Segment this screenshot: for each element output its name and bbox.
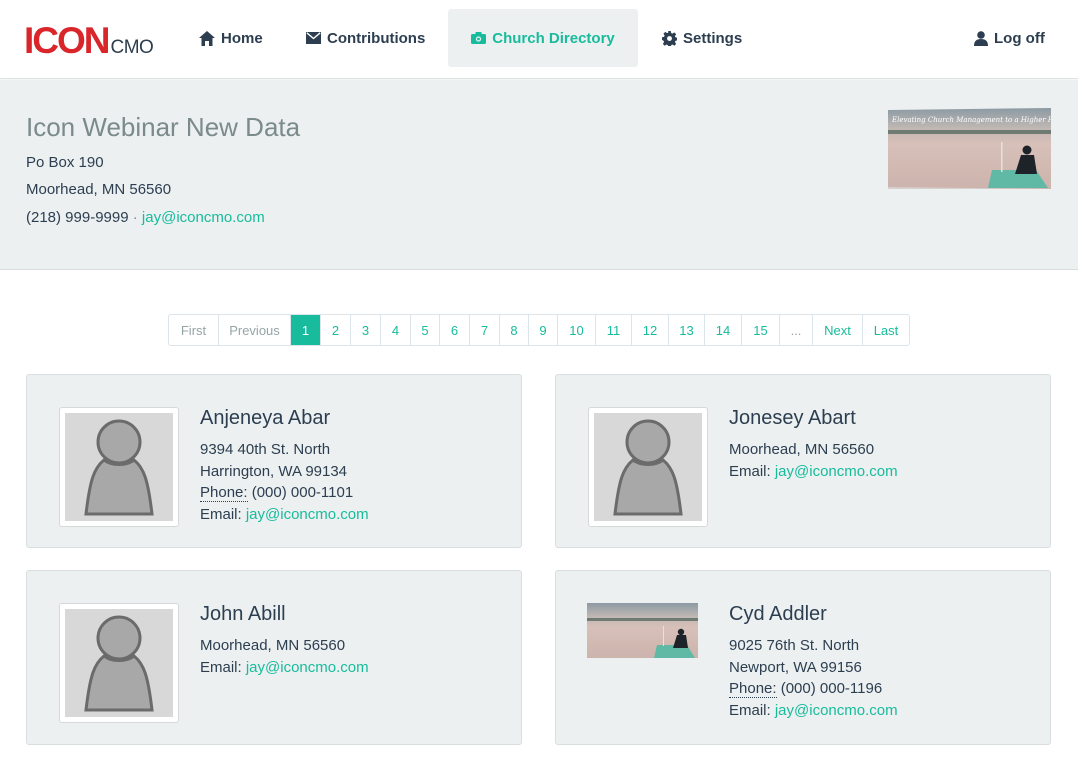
member-address-line1: 9025 76th St. North: [729, 637, 860, 654]
page-last[interactable]: Last: [862, 315, 909, 345]
nav-church-directory-label: Church Directory: [492, 29, 615, 47]
member-email: Email: jay@iconcmo.com: [200, 506, 369, 523]
page-11[interactable]: 11: [595, 315, 631, 345]
nav-contributions[interactable]: Contributions: [306, 9, 425, 67]
page-previous[interactable]: Previous: [218, 315, 290, 345]
email-label: Email:: [729, 702, 775, 719]
pagination: First Previous 1 2 3 4 5 6 7 8 9 10 11 1…: [168, 314, 910, 346]
nav-log-off-label: Log off: [994, 29, 1045, 47]
person-placeholder-icon: [613, 419, 683, 516]
member-photo[interactable]: [59, 603, 179, 723]
member-phone: Phone: (000) 000-1101: [200, 484, 354, 502]
nav-settings-label: Settings: [683, 29, 743, 47]
member-address-line2: Newport, WA 99156: [729, 659, 862, 676]
page-5[interactable]: 5: [410, 315, 439, 345]
church-info-panel: Icon Webinar New Data Po Box 190 Moorhea…: [0, 80, 1078, 270]
member-photo[interactable]: [59, 407, 179, 527]
user-icon: [974, 30, 988, 46]
page-ellipsis: ...: [779, 315, 812, 345]
envelope-icon: [306, 32, 321, 44]
church-banner-image: Elevating Church Management to a Higher …: [888, 108, 1051, 189]
contact-separator: ·: [128, 209, 142, 226]
member-card: Cyd Addler 9025 76th St. North Newport, …: [555, 570, 1051, 745]
nav-settings[interactable]: Settings: [662, 9, 742, 67]
nav-log-off[interactable]: Log off: [974, 9, 1045, 67]
member-email: Email: jay@iconcmo.com: [200, 659, 369, 676]
page-10[interactable]: 10: [557, 315, 595, 345]
member-address-line1: Moorhead, MN 56560: [200, 637, 346, 654]
page-9[interactable]: 9: [528, 315, 557, 345]
brand-logo-sub: CMO: [110, 37, 154, 58]
page-12[interactable]: 12: [631, 315, 668, 345]
member-name[interactable]: Jonesey Abart: [729, 407, 856, 430]
church-address-line2: Moorhead, MN 56560: [26, 181, 172, 198]
page-15[interactable]: 15: [741, 315, 779, 345]
member-card: John Abill Moorhead, MN 56560 Email: jay…: [26, 570, 522, 745]
nav-home-label: Home: [221, 29, 263, 47]
brand-logo[interactable]: ICON CMO: [24, 18, 154, 61]
member-email-link[interactable]: jay@iconcmo.com: [775, 463, 898, 480]
member-card: Anjeneya Abar 9394 40th St. North Harrin…: [26, 374, 522, 548]
email-label: Email:: [200, 659, 246, 676]
nav-home[interactable]: Home: [199, 9, 263, 67]
page-first[interactable]: First: [169, 315, 218, 345]
page-6[interactable]: 6: [439, 315, 469, 345]
church-contact-line: (218) 999-9999 · jay@iconcmo.com: [26, 209, 265, 226]
member-email-link[interactable]: jay@iconcmo.com: [246, 506, 369, 523]
page-14[interactable]: 14: [704, 315, 741, 345]
banner-tagline: Elevating Church Management to a Higher …: [891, 116, 1051, 124]
member-photo[interactable]: [587, 603, 698, 658]
page-4[interactable]: 4: [380, 315, 410, 345]
member-address-line1: 9394 40th St. North: [200, 441, 331, 458]
page-13[interactable]: 13: [668, 315, 704, 345]
member-email: Email: jay@iconcmo.com: [729, 463, 898, 480]
person-placeholder-icon: [84, 419, 154, 516]
page-3[interactable]: 3: [350, 315, 380, 345]
email-label: Email:: [200, 506, 246, 523]
nav-church-directory[interactable]: Church Directory: [448, 9, 638, 67]
nav-contributions-label: Contributions: [327, 29, 426, 47]
member-name[interactable]: Cyd Addler: [729, 603, 827, 626]
member-name[interactable]: Anjeneya Abar: [200, 407, 330, 430]
phone-value: (000) 000-1196: [776, 680, 883, 697]
person-placeholder-icon: [84, 615, 154, 712]
page-1[interactable]: 1: [290, 315, 320, 345]
member-email-link[interactable]: jay@iconcmo.com: [775, 702, 898, 719]
member-name[interactable]: John Abill: [200, 603, 286, 626]
member-card: Jonesey Abart Moorhead, MN 56560 Email: …: [555, 374, 1051, 548]
page-next[interactable]: Next: [812, 315, 862, 345]
member-address-line1: Moorhead, MN 56560: [729, 441, 875, 458]
church-name: Icon Webinar New Data: [26, 112, 301, 142]
member-phone: Phone: (000) 000-1196: [729, 680, 883, 698]
phone-label: Phone:: [200, 484, 248, 502]
member-email-link[interactable]: jay@iconcmo.com: [246, 659, 369, 676]
phone-value: (000) 000-1101: [247, 484, 354, 501]
church-address-line1: Po Box 190: [26, 154, 104, 171]
page-2[interactable]: 2: [320, 315, 350, 345]
member-address-line2: Harrington, WA 99134: [200, 463, 348, 480]
phone-label: Phone:: [729, 680, 777, 698]
gear-icon: [662, 30, 677, 46]
member-email: Email: jay@iconcmo.com: [729, 702, 898, 719]
email-label: Email:: [729, 463, 775, 480]
home-icon: [199, 30, 215, 46]
top-navbar: ICON CMO Home Contributions Church Direc…: [0, 0, 1078, 79]
church-email-link[interactable]: jay@iconcmo.com: [142, 209, 265, 226]
page-7[interactable]: 7: [469, 315, 499, 345]
page-8[interactable]: 8: [499, 315, 528, 345]
church-phone: (218) 999-9999: [26, 209, 129, 226]
member-photo[interactable]: [588, 407, 708, 527]
brand-logo-main: ICON: [24, 20, 110, 61]
camera-icon: [471, 32, 487, 44]
